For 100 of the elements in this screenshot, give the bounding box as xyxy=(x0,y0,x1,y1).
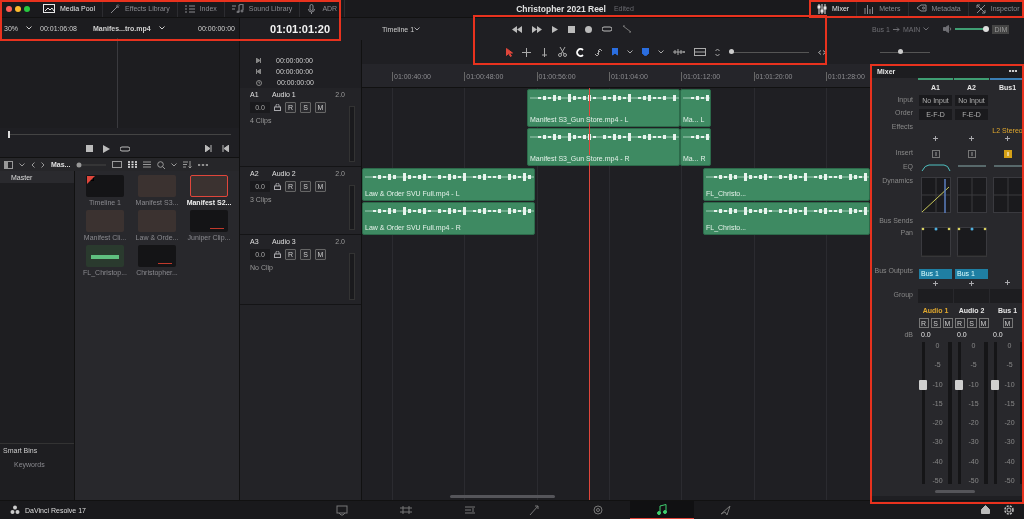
waveform-drawing xyxy=(683,132,710,142)
up-down-icon[interactable] xyxy=(715,47,720,57)
next-frame-icon xyxy=(256,58,261,63)
grid-view-icon[interactable] xyxy=(128,161,138,168)
chevron-down-icon xyxy=(26,26,32,30)
scrollbar[interactable] xyxy=(935,490,975,493)
previous-frame-icon[interactable] xyxy=(222,145,229,152)
bar-icon xyxy=(934,152,937,156)
list-view-icon[interactable] xyxy=(143,161,152,168)
loop-icon[interactable] xyxy=(120,144,130,153)
previous-frame-icon xyxy=(256,69,261,74)
close-button[interactable] xyxy=(6,5,12,12)
lock-icon[interactable] xyxy=(274,183,281,190)
music-note-icon xyxy=(655,503,669,515)
wand-icon[interactable] xyxy=(110,3,121,14)
lock-icon[interactable] xyxy=(274,251,281,258)
insert-toggle[interactable] xyxy=(1003,150,1012,158)
waveform-drawing xyxy=(683,93,710,103)
filmstrip-view-icon[interactable] xyxy=(112,161,123,168)
search-icon[interactable] xyxy=(157,160,166,169)
forward-icon[interactable] xyxy=(41,161,45,168)
clock-icon xyxy=(256,79,262,86)
flag-icon[interactable] xyxy=(612,48,618,56)
rocket-icon xyxy=(719,504,733,516)
crossed-arrows-icon[interactable] xyxy=(975,3,986,14)
back-icon[interactable] xyxy=(31,161,35,168)
chevron-down-icon xyxy=(658,50,664,54)
music-icon[interactable] xyxy=(231,4,244,13)
play-icon[interactable] xyxy=(103,144,110,153)
right-arrow-icon xyxy=(892,26,900,32)
level-meter xyxy=(349,185,355,230)
audio-thumbnail[interactable] xyxy=(190,210,228,232)
audio-thumbnail[interactable] xyxy=(138,245,176,267)
group-field[interactable] xyxy=(990,289,1024,303)
scrollbar[interactable] xyxy=(450,495,555,498)
waveform-view-icon[interactable] xyxy=(673,48,685,56)
meters-icon[interactable] xyxy=(864,3,875,14)
bar-icon xyxy=(1006,152,1009,156)
fader[interactable] xyxy=(991,342,999,484)
chevron-down-icon xyxy=(19,162,25,167)
plus-icon[interactable] xyxy=(933,136,938,141)
stop-icon[interactable] xyxy=(568,25,576,33)
dynamics-graph-drawing xyxy=(992,177,1023,213)
marker-icon[interactable] xyxy=(642,48,649,56)
sort-icon[interactable] xyxy=(183,161,193,168)
scissors-icon[interactable] xyxy=(558,47,567,57)
pan-control-drawing xyxy=(956,227,987,257)
fader[interactable] xyxy=(919,342,927,484)
plus-icon[interactable] xyxy=(969,280,974,286)
play-icon[interactable] xyxy=(552,25,559,33)
plus-icon[interactable] xyxy=(1005,279,1010,285)
speaker-icon[interactable] xyxy=(943,25,953,33)
maximize-button[interactable] xyxy=(24,5,30,12)
expand-horizontal-icon[interactable] xyxy=(818,49,826,55)
microphone-icon[interactable] xyxy=(307,3,318,14)
plus-icon[interactable] xyxy=(969,136,974,141)
project-title: Christopher 2021 Reel xyxy=(516,3,606,14)
home-icon[interactable] xyxy=(981,505,990,514)
photo-placeholder[interactable] xyxy=(190,175,228,197)
plus-icon[interactable] xyxy=(1005,136,1010,141)
chevron-down-icon xyxy=(171,162,178,167)
cut-page-icon xyxy=(399,504,413,516)
corner-flag-icon xyxy=(87,176,95,184)
eq-curve-drawing xyxy=(920,164,951,172)
settings-icon[interactable] xyxy=(1004,505,1014,515)
timeline-thumbnail[interactable] xyxy=(86,175,124,197)
more-icon[interactable] xyxy=(198,163,209,166)
chevron-down-icon xyxy=(414,27,421,31)
edit-page-icon xyxy=(463,504,477,516)
insert-toggle[interactable] xyxy=(967,150,976,158)
rewind-icon[interactable] xyxy=(512,25,523,33)
link-icon[interactable] xyxy=(594,47,603,57)
pan-control-drawing xyxy=(920,227,951,257)
waveform-thumbnail[interactable] xyxy=(86,245,124,267)
size-slider-icon[interactable] xyxy=(76,161,107,168)
chevron-down-icon xyxy=(158,26,165,30)
pointer-icon[interactable] xyxy=(506,47,513,57)
color-page-icon xyxy=(591,504,605,516)
panel-toggle-icon[interactable] xyxy=(4,160,13,169)
fast-forward-icon[interactable] xyxy=(532,25,543,33)
chevron-down-icon xyxy=(923,27,930,31)
crosshair-icon[interactable] xyxy=(522,47,531,57)
loop-icon[interactable] xyxy=(602,25,613,33)
bar-icon xyxy=(970,152,973,156)
record-icon[interactable] xyxy=(585,25,593,33)
next-frame-icon[interactable] xyxy=(205,145,212,152)
level-meter xyxy=(349,253,355,300)
insert-toggle[interactable] xyxy=(931,150,940,158)
plus-icon[interactable] xyxy=(933,280,938,286)
track-height-icon[interactable] xyxy=(694,48,706,56)
lock-icon[interactable] xyxy=(274,104,281,111)
fader[interactable] xyxy=(955,342,963,484)
page-tab[interactable] xyxy=(630,500,694,519)
tag-icon[interactable] xyxy=(915,4,927,13)
scrubber-handle[interactable] xyxy=(8,130,10,138)
image-icon[interactable] xyxy=(43,4,55,13)
minimize-button[interactable] xyxy=(15,5,21,12)
dynamics-graph-drawing xyxy=(956,177,987,213)
sliders-icon[interactable] xyxy=(817,3,827,14)
trim-icon[interactable] xyxy=(540,47,549,57)
